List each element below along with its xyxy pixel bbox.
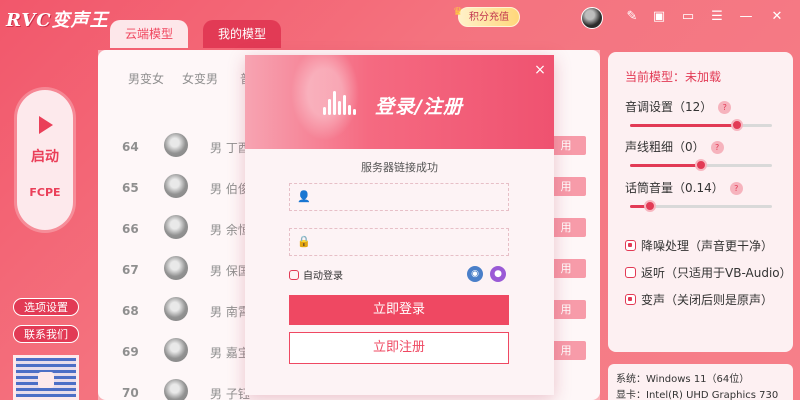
close-window-icon[interactable]: ✕ [768, 8, 786, 26]
start-button[interactable]: 启动 FCPE [17, 90, 73, 230]
lock-icon: 🔒 [297, 235, 311, 248]
monitor-return-checkbox[interactable]: 返听（只适用于VB-Audio） [625, 264, 792, 281]
current-model-label: 当前模型：未加载 [625, 70, 722, 84]
thickness-slider[interactable] [630, 159, 772, 171]
volume-slider-knob[interactable] [643, 200, 656, 212]
login-dialog: 登录/注册 × 服务器链接成功 👤 🔒 自动登录 ◉ ● 立即登录 立即注册 [245, 55, 554, 395]
thickness-slider-fill [630, 164, 701, 167]
thickness-label-text: 声线粗细（0） [625, 140, 705, 154]
app-logo: RVC变声王 [6, 6, 109, 32]
logo-latin: RVC [6, 10, 52, 31]
username-input[interactable] [316, 188, 502, 208]
noise-reduction-checkbox[interactable]: 降噪处理（声音更干净） [625, 237, 773, 254]
os-info: 系统：Windows 11（64位） [616, 374, 750, 385]
pitch-slider-fill [630, 124, 737, 127]
pitch-slider[interactable] [630, 119, 772, 131]
thickness-label: 声线粗细（0）? [625, 138, 724, 155]
tab-my-models[interactable]: 我的模型 [203, 20, 281, 48]
edit-icon[interactable]: ✎ [623, 8, 641, 26]
play-icon [39, 116, 53, 134]
volume-label-text: 话筒音量（0.14） [625, 181, 724, 195]
close-icon[interactable]: × [533, 63, 547, 77]
auto-login-checkbox[interactable]: 自动登录 [289, 267, 343, 282]
checkbox-label: 返听（只适用于VB-Audio） [641, 266, 792, 280]
volume-slider[interactable] [630, 200, 772, 212]
sound-wave-icon [323, 89, 359, 115]
help-icon[interactable]: ? [729, 182, 743, 195]
username-field[interactable]: 👤 [289, 183, 509, 211]
chat-icon[interactable]: ▭ [679, 8, 697, 26]
points-recharge-button[interactable]: ♛ 积分充值 [453, 5, 520, 27]
system-info: 系统：Windows 11（64位） 显卡：Intel(R) UHD Graph… [608, 364, 793, 400]
server-status: 服务器链接成功 [361, 161, 438, 174]
points-recharge-label: 积分充值 [469, 12, 509, 23]
dialog-title: 登录/注册 [375, 96, 463, 118]
help-icon[interactable]: ? [710, 141, 724, 154]
dialog-header: 登录/注册 × [245, 55, 554, 149]
login-button[interactable]: 立即登录 [289, 295, 509, 325]
checkbox-icon [289, 270, 299, 280]
options-button[interactable]: 选项设置 [13, 298, 79, 316]
thickness-slider-knob[interactable] [695, 159, 707, 171]
password-field[interactable]: 🔒 [289, 228, 509, 256]
tab-cloud-models[interactable]: 云端模型 [110, 20, 188, 48]
pitch-label: 音调设置（12）? [625, 98, 732, 115]
start-label: 启动 [31, 149, 59, 165]
checkbox-icon [625, 240, 636, 251]
qr-code [13, 355, 79, 400]
checkbox-label: 变声（关闭后则是原声） [641, 293, 774, 307]
menu-icon[interactable]: ☰ [708, 8, 726, 26]
pitch-slider-knob[interactable] [730, 119, 743, 131]
checkbox-icon [625, 294, 636, 305]
user-avatar[interactable] [581, 7, 603, 29]
qr-logo [38, 372, 54, 388]
minimize-icon[interactable]: — [737, 8, 755, 26]
register-button[interactable]: 立即注册 [289, 332, 509, 364]
engine-label: FCPE [29, 186, 61, 199]
checkbox-icon [625, 267, 636, 278]
voice-change-checkbox[interactable]: 变声（关闭后则是原声） [625, 291, 773, 308]
monitor-icon[interactable]: ▣ [650, 8, 668, 26]
crown-icon: ♛ [453, 5, 463, 18]
contact-button[interactable]: 联系我们 [13, 325, 79, 343]
logo-cn: 变声王 [51, 10, 109, 31]
account-login-icon[interactable]: ● [490, 266, 506, 282]
help-icon[interactable]: ? [718, 101, 732, 114]
auto-login-label: 自动登录 [303, 271, 343, 282]
gpu-info: 显卡：Intel(R) UHD Graphics 730 [616, 390, 779, 400]
wechat-login-icon[interactable]: ◉ [467, 266, 483, 282]
user-icon: 👤 [297, 190, 311, 203]
settings-panel: 当前模型：未加载 音调设置（12）? 声线粗细（0）? 话筒音量（0.14）? … [608, 52, 793, 352]
pitch-label-text: 音调设置（12） [625, 100, 713, 114]
checkbox-label: 降噪处理（声音更干净） [641, 239, 774, 253]
volume-label: 话筒音量（0.14）? [625, 179, 743, 196]
password-input[interactable] [316, 233, 502, 253]
